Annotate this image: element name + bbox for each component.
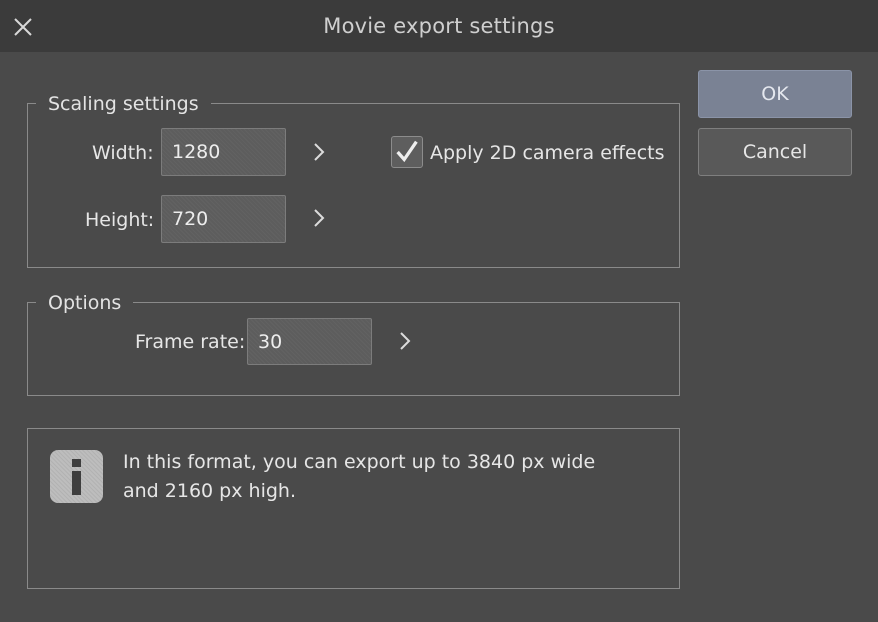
width-label: Width:	[92, 142, 154, 164]
camera-effects-checkbox[interactable]	[391, 136, 423, 168]
info-icon	[50, 450, 103, 503]
window-title: Movie export settings	[323, 14, 555, 38]
options-legend: Options	[36, 292, 134, 314]
cancel-button[interactable]: Cancel	[698, 128, 852, 176]
ok-button[interactable]: OK	[698, 70, 852, 118]
info-line-2: and 2160 px high.	[123, 480, 296, 502]
info-line-1: In this format, you can export up to 384…	[123, 451, 596, 473]
width-chevron-right-icon[interactable]	[312, 142, 326, 162]
frame-rate-field[interactable]: 30	[247, 318, 372, 365]
info-message: In this format, you can export up to 384…	[123, 448, 643, 506]
frame-rate-label: Frame rate:	[135, 331, 246, 353]
scaling-settings-legend: Scaling settings	[36, 93, 211, 115]
camera-effects-label: Apply 2D camera effects	[430, 142, 665, 164]
height-label: Height:	[85, 209, 155, 231]
width-field[interactable]: 1280	[161, 128, 286, 176]
checkmark-icon	[396, 140, 418, 163]
frame-rate-chevron-right-icon[interactable]	[398, 331, 412, 351]
scaling-settings-group	[27, 103, 680, 268]
height-chevron-right-icon[interactable]	[312, 208, 326, 228]
height-field[interactable]: 720	[161, 195, 286, 243]
title-bar: Movie export settings	[0, 0, 878, 52]
